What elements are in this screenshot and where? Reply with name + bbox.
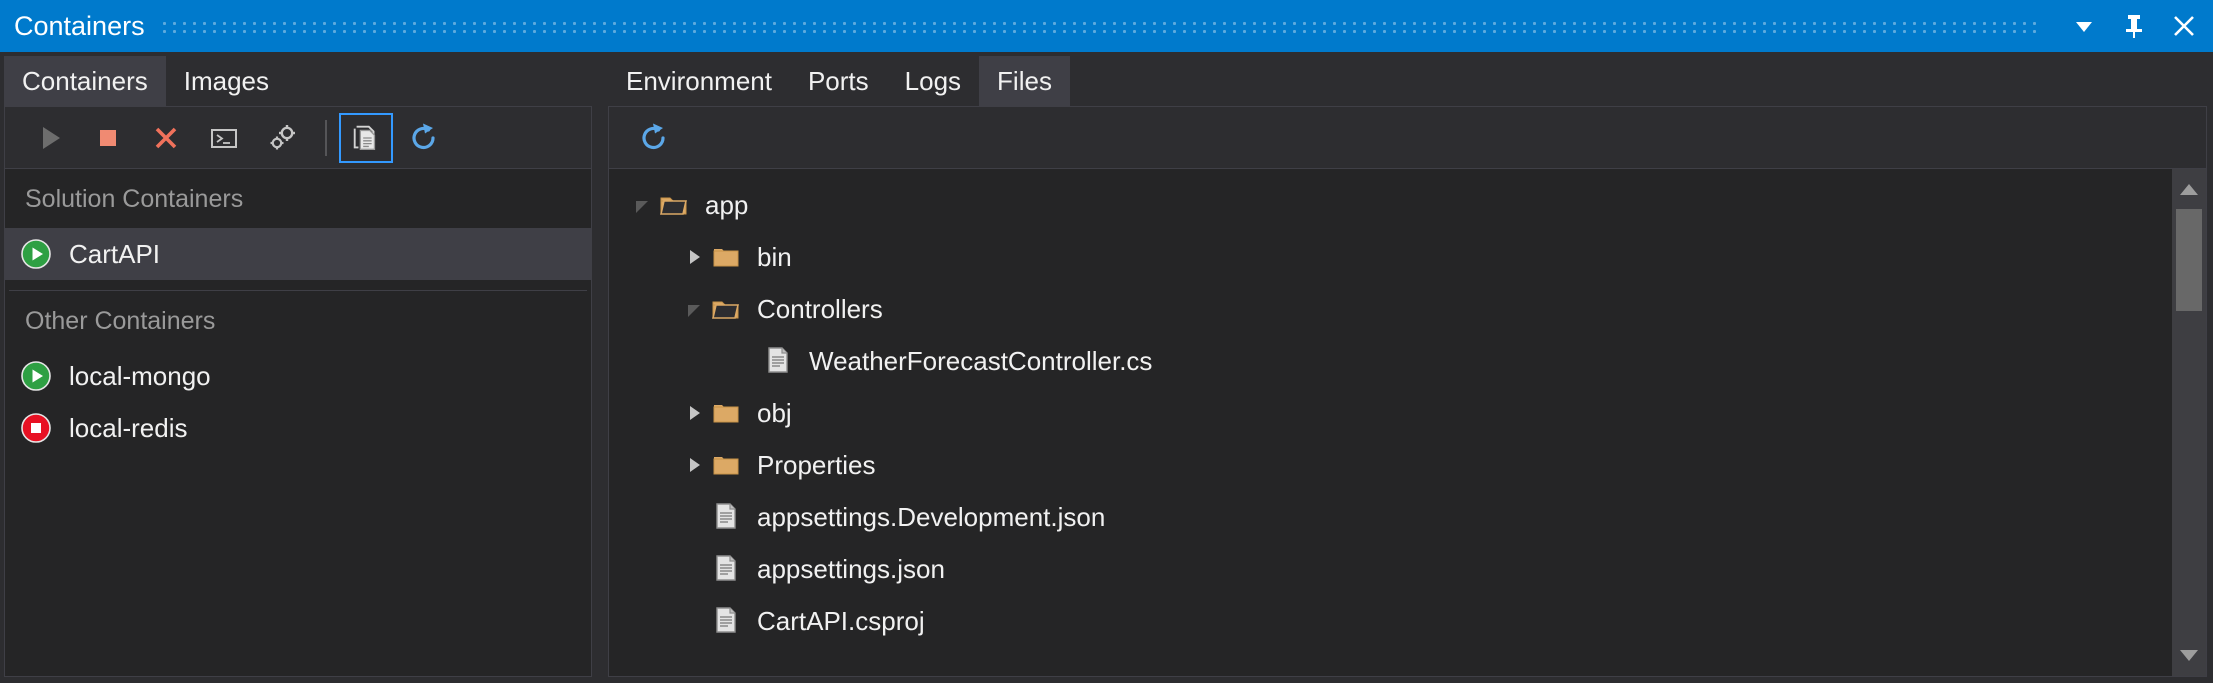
tab-logs-label: Logs (904, 65, 962, 96)
files-vertical-scrollbar[interactable] (2172, 169, 2206, 676)
tab-environment-label: Environment (626, 65, 772, 96)
open-terminal-button[interactable] (197, 113, 251, 163)
tree-label-cartapi-csproj: CartAPI.csproj (757, 605, 925, 636)
view-files-button[interactable] (339, 112, 393, 163)
container-details-pane: Environment Ports Logs Files app bin Con… (608, 56, 2213, 677)
containers-list: Solution Containers CartAPI Other Contai… (5, 169, 591, 676)
tree-label-weatherforecastcontroller-cs: WeatherForecastController.cs (809, 345, 1153, 376)
stopped-square-icon (19, 411, 53, 445)
container-row-local-mongo[interactable]: local-mongo (5, 350, 591, 402)
tab-images[interactable]: Images (166, 56, 287, 106)
containers-tool-window: Containers Containers Images Solution Co… (0, 0, 2213, 683)
stop-button[interactable] (81, 113, 135, 163)
titlebar-buttons (2061, 3, 2207, 49)
scrollbar-thumb[interactable] (2176, 209, 2202, 311)
tree-label-bin: bin (757, 241, 792, 272)
group-header-other-containers: Other Containers (25, 307, 216, 335)
details-tabstrip: Environment Ports Logs Files (608, 56, 2207, 106)
chevron-collapsed-icon[interactable] (677, 448, 711, 482)
refresh-button[interactable] (397, 113, 451, 163)
tree-label-obj: obj (757, 397, 792, 428)
tree-row-obj[interactable]: obj (609, 387, 2172, 439)
left-tabstrip: Containers Images (4, 56, 592, 106)
scrollbar-track[interactable] (2172, 207, 2206, 638)
container-row-cartapi[interactable]: CartAPI (5, 228, 591, 280)
containers-list-pane: Containers Images Solution Containers Ca… (4, 56, 592, 677)
tool-window-content: Containers Images Solution Containers Ca… (0, 52, 2213, 683)
folder-closed-icon (711, 397, 743, 429)
titlebar-drag-grip[interactable] (162, 18, 2043, 34)
settings-button[interactable] (255, 113, 309, 163)
files-tree-wrap: app bin Controllers WeatherForecastContr… (609, 169, 2206, 676)
start-button[interactable] (23, 113, 77, 163)
container-label-local-mongo: local-mongo (69, 360, 211, 391)
folder-open-icon (711, 293, 743, 325)
tree-row-bin[interactable]: bin (609, 231, 2172, 283)
refresh-files-button[interactable] (627, 113, 681, 163)
running-play-icon (19, 237, 53, 271)
scroll-down-arrow-icon[interactable] (2172, 638, 2206, 672)
container-label-local-redis: local-redis (69, 412, 188, 443)
tab-files[interactable]: Files (979, 56, 1070, 106)
tree-label-appsettings-json: appsettings.json (757, 553, 945, 584)
chevron-expanded-icon[interactable] (677, 292, 711, 326)
container-row-local-redis[interactable]: local-redis (5, 402, 591, 454)
tool-window-title: Containers (14, 10, 145, 41)
tree-row-app[interactable]: app (609, 179, 2172, 231)
tab-ports[interactable]: Ports (790, 56, 887, 106)
file-icon (711, 605, 743, 637)
scroll-up-arrow-icon[interactable] (2172, 173, 2206, 207)
chevron-collapsed-icon[interactable] (677, 396, 711, 430)
files-toolbar (609, 107, 2206, 169)
tree-row-appsettings-development-json[interactable]: appsettings.Development.json (609, 491, 2172, 543)
file-icon (763, 345, 795, 377)
running-play-icon (19, 359, 53, 393)
files-tree: app bin Controllers WeatherForecastContr… (609, 169, 2172, 676)
tool-window-titlebar: Containers (0, 0, 2213, 52)
tree-label-appsettings-development-json: appsettings.Development.json (757, 501, 1106, 532)
tab-ports-label: Ports (807, 65, 869, 96)
folder-closed-icon (711, 449, 743, 481)
chevron-collapsed-icon[interactable] (677, 240, 711, 274)
tab-containers-label: Containers (22, 65, 148, 96)
tree-row-properties[interactable]: Properties (609, 439, 2172, 491)
pane-splitter[interactable] (592, 56, 608, 677)
window-dropdown-button[interactable] (2061, 3, 2107, 49)
tree-label-controllers: Controllers (757, 293, 883, 324)
window-pin-button[interactable] (2111, 3, 2157, 49)
tab-logs[interactable]: Logs (887, 56, 979, 106)
window-close-button[interactable] (2161, 3, 2207, 49)
containers-panel: Solution Containers CartAPI Other Contai… (4, 106, 592, 677)
tree-label-properties: Properties (757, 449, 876, 480)
tree-row-controllers[interactable]: Controllers (609, 283, 2172, 335)
tab-files-label: Files (997, 65, 1052, 96)
tree-row-appsettings-json[interactable]: appsettings.json (609, 543, 2172, 595)
files-panel: app bin Controllers WeatherForecastContr… (608, 106, 2207, 677)
toolbar-separator (325, 119, 327, 156)
containers-toolbar (5, 107, 591, 169)
tab-images-label: Images (183, 65, 269, 96)
tree-row-cartapi-csproj[interactable]: CartAPI.csproj (609, 595, 2172, 647)
container-label-cartapi: CartAPI (69, 238, 161, 269)
tree-row-weatherforecastcontroller-cs[interactable]: WeatherForecastController.cs (609, 335, 2172, 387)
chevron-expanded-icon[interactable] (625, 188, 659, 222)
file-icon (711, 501, 743, 533)
tree-label-app: app (705, 189, 749, 220)
remove-button[interactable] (139, 113, 193, 163)
group-header-solution-containers: Solution Containers (25, 185, 244, 213)
tab-environment[interactable]: Environment (608, 56, 790, 106)
folder-closed-icon (711, 241, 743, 273)
file-icon (711, 553, 743, 585)
folder-open-icon (659, 189, 691, 221)
tab-containers[interactable]: Containers (4, 56, 166, 106)
